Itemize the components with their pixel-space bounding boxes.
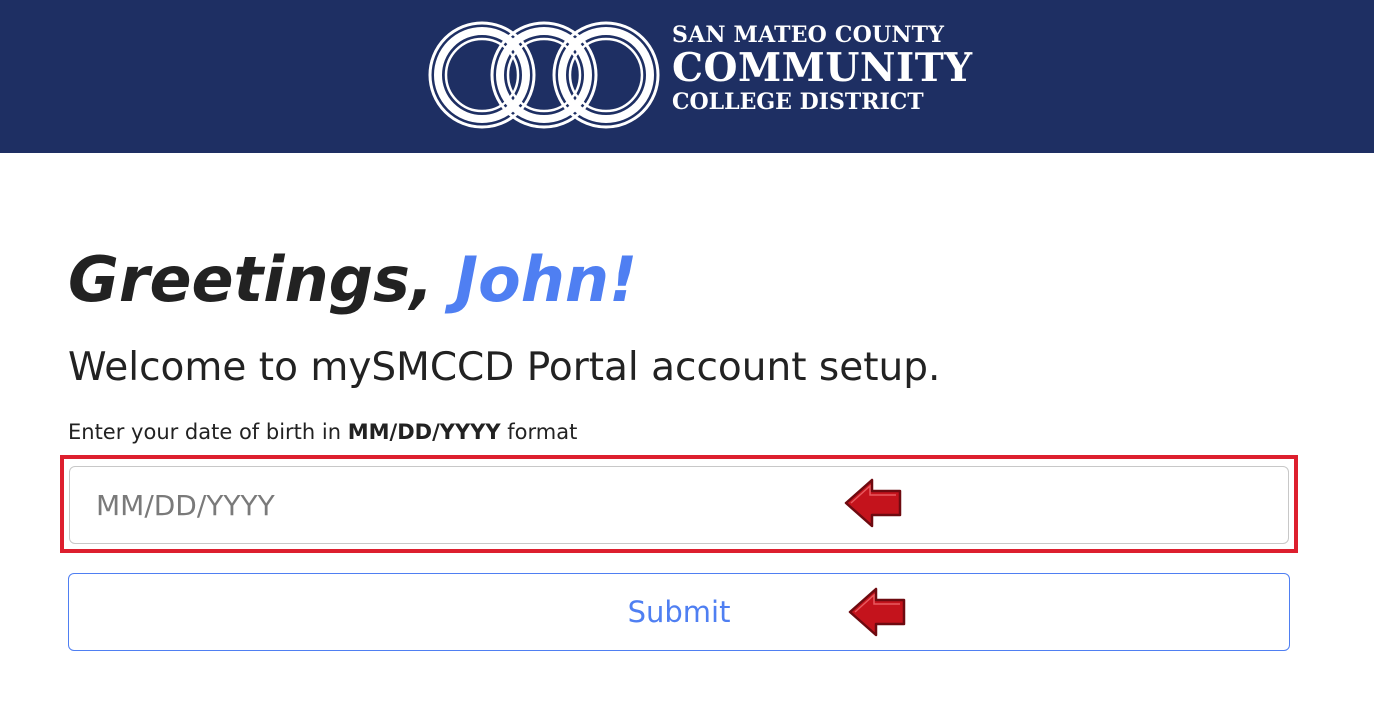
instruction-format: MM/DD/YYYY (347, 420, 501, 444)
logo-wordmark: SAN MATEO COUNTY COMMUNITY COLLEGE DISTR… (672, 24, 973, 113)
greeting-name: John! (455, 243, 638, 316)
greeting-prefix: Greetings, (68, 243, 434, 316)
logo-line-3: COLLEGE DISTRICT (672, 89, 924, 115)
smccd-logo[interactable]: SAN MATEO COUNTY COMMUNITY COLLEGE DISTR… (426, 18, 972, 133)
left-arrow-icon (848, 587, 906, 637)
greeting-heading: Greetings, John! (68, 243, 638, 316)
dob-instruction: Enter your date of birth in MM/DD/YYYY f… (68, 420, 577, 444)
logo-line-1: SAN MATEO COUNTY (672, 22, 945, 48)
logo-line-2: COMMUNITY (672, 45, 973, 91)
submit-button[interactable]: Submit (68, 573, 1290, 651)
site-header: SAN MATEO COUNTY COMMUNITY COLLEGE DISTR… (0, 0, 1374, 153)
left-arrow-icon (844, 478, 902, 528)
interlocking-rings-icon (428, 21, 660, 129)
instruction-text-before: Enter your date of birth in (68, 420, 342, 444)
dob-input[interactable] (69, 466, 1289, 544)
welcome-heading: Welcome to mySMCCD Portal account setup. (68, 345, 941, 390)
instruction-text-after: format (507, 420, 578, 444)
